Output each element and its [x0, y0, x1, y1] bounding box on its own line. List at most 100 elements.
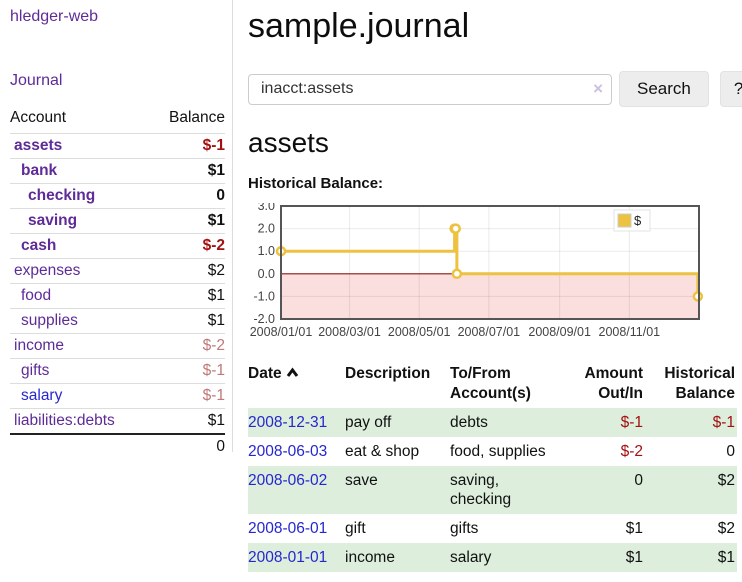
transaction-balance: $1 [645, 543, 737, 572]
account-row: expenses $2 [10, 259, 225, 284]
x-axis-tick-label: 2008/09/01 [528, 325, 591, 339]
account-balance: $1 [150, 209, 225, 234]
sidebar: hledger-web Journal Account Balance asse… [0, 0, 233, 452]
account-heading: assets [248, 127, 737, 159]
account-link[interactable]: saving [28, 212, 77, 229]
register-col-description: Description [345, 362, 450, 408]
account-balance: $1 [150, 409, 225, 435]
transaction-accounts: salary [450, 543, 562, 572]
transaction-date-link[interactable]: 2008-12-31 [248, 414, 327, 431]
account-row: salary$-1 [10, 384, 225, 409]
transaction-date-link[interactable]: 2008-06-02 [248, 472, 327, 489]
accounts-table: Account Balance assets $-1 bank $1 checking 0… [10, 106, 225, 459]
main-content: sample.journal × Search ? assets Histori… [248, 0, 737, 572]
transaction-description: gift [345, 514, 450, 543]
account-balance: $1 [150, 309, 225, 334]
account-link[interactable]: income [14, 337, 64, 354]
accounts-col-balance: Balance [150, 106, 225, 134]
account-link[interactable]: supplies [21, 312, 78, 329]
account-row: supplies $1 [10, 309, 225, 334]
account-link[interactable]: cash [21, 237, 56, 254]
x-axis-tick-label: 2008/05/01 [388, 325, 451, 339]
register-col-amount: Amount Out/In [562, 362, 645, 408]
historical-balance-chart: $3.0 2.0 1.0 0.0 -1.0 -2.02008/01/01 2008/03/0… [248, 203, 737, 348]
accounts-col-account: Account [10, 106, 150, 134]
transaction-accounts: gifts [450, 514, 562, 543]
transaction-row[interactable]: 2008-06-01 giftgifts$1$2 [248, 514, 737, 543]
data-point-marker [694, 292, 702, 300]
help-button[interactable]: ? [720, 71, 742, 107]
x-axis-tick-label: 2008/03/01 [318, 325, 381, 339]
register-col-date[interactable]: Date [248, 362, 345, 408]
search-form: × Search ? [248, 71, 737, 107]
account-balance: $1 [150, 284, 225, 309]
accounts-total-row: 0 [10, 434, 225, 459]
x-axis-tick-label: 2008/01/01 [250, 325, 313, 339]
account-balance: $1 [150, 159, 225, 184]
y-axis-tick-label: 1.0 [258, 244, 275, 258]
legend-label: $ [634, 213, 642, 228]
account-row: gifts $-1 [10, 359, 225, 384]
clear-search-icon[interactable]: × [593, 79, 603, 99]
transaction-date-link[interactable]: 2008-06-01 [248, 520, 327, 537]
account-link[interactable]: food [21, 287, 51, 304]
transaction-amount: 0 [562, 466, 645, 514]
sidebar-item-journal[interactable]: Journal [10, 72, 224, 90]
transaction-row[interactable]: 2008-06-03eat & shopfood, supplies$-20 [248, 437, 737, 466]
y-axis-tick-label: 0.0 [258, 267, 275, 281]
transaction-balance: $2 [645, 514, 737, 543]
data-point-marker [452, 225, 460, 233]
transaction-amount: $-2 [562, 437, 645, 466]
search-input[interactable] [248, 74, 612, 105]
account-link[interactable]: salary [21, 387, 62, 404]
account-balance: $-2 [150, 334, 225, 359]
transaction-amount: $1 [562, 514, 645, 543]
transaction-amount: $-1 [562, 408, 645, 437]
account-balance: $-1 [150, 134, 225, 159]
chart-label: Historical Balance: [248, 175, 737, 192]
account-link[interactable]: gifts [21, 362, 49, 379]
transaction-date-link[interactable]: 2008-06-03 [248, 443, 327, 460]
transaction-row[interactable]: 2008-12-31pay offdebts$-1$-1 [248, 408, 737, 437]
transaction-accounts: debts [450, 408, 562, 437]
account-row: assets $-1 [10, 134, 225, 159]
y-axis-tick-label: 3.0 [258, 203, 275, 213]
data-point-marker [453, 270, 461, 278]
page-title: sample.journal [248, 6, 737, 46]
transaction-accounts: saving, checking [450, 466, 562, 514]
account-row: bank $1 [10, 159, 225, 184]
transaction-row[interactable]: 2008-01-01incomesalary$1$1 [248, 543, 737, 572]
x-axis-tick-label: 2008/11/01 [599, 325, 661, 339]
transaction-description: eat & shop [345, 437, 450, 466]
account-link[interactable]: checking [28, 187, 95, 204]
account-row: income $-2 [10, 334, 225, 359]
account-balance: $2 [150, 259, 225, 284]
account-row: cash $-2 [10, 234, 225, 259]
search-button[interactable]: Search [619, 71, 709, 107]
sort-ascending-icon [286, 364, 299, 384]
accounts-total-value: 0 [150, 434, 225, 459]
y-axis-tick-label: -1.0 [253, 289, 275, 303]
account-link[interactable]: expenses [14, 262, 80, 279]
x-axis-tick-label: 2008/07/01 [458, 325, 521, 339]
register-table: Date Description To/From Account(s) Amou… [248, 362, 737, 572]
transaction-description: save [345, 466, 450, 514]
account-row: saving $1 [10, 209, 225, 234]
account-row: food $1 [10, 284, 225, 309]
account-balance: $-1 [150, 359, 225, 384]
app-brand-link[interactable]: hledger-web [10, 8, 224, 26]
transaction-amount: $1 [562, 543, 645, 572]
account-link[interactable]: liabilities:debts [14, 412, 115, 429]
legend-swatch [618, 214, 631, 227]
transaction-balance: $2 [645, 466, 737, 514]
transaction-date-link[interactable]: 2008-01-01 [248, 549, 327, 566]
y-axis-tick-label: -2.0 [253, 312, 275, 326]
transaction-balance: $-1 [645, 408, 737, 437]
account-link[interactable]: bank [21, 162, 57, 179]
account-link[interactable]: assets [14, 137, 62, 154]
transaction-balance: 0 [645, 437, 737, 466]
account-balance: $-2 [150, 234, 225, 259]
transaction-description: income [345, 543, 450, 572]
y-axis-tick-label: 2.0 [258, 222, 275, 236]
transaction-row[interactable]: 2008-06-02 savesaving, checking0$2 [248, 466, 737, 514]
